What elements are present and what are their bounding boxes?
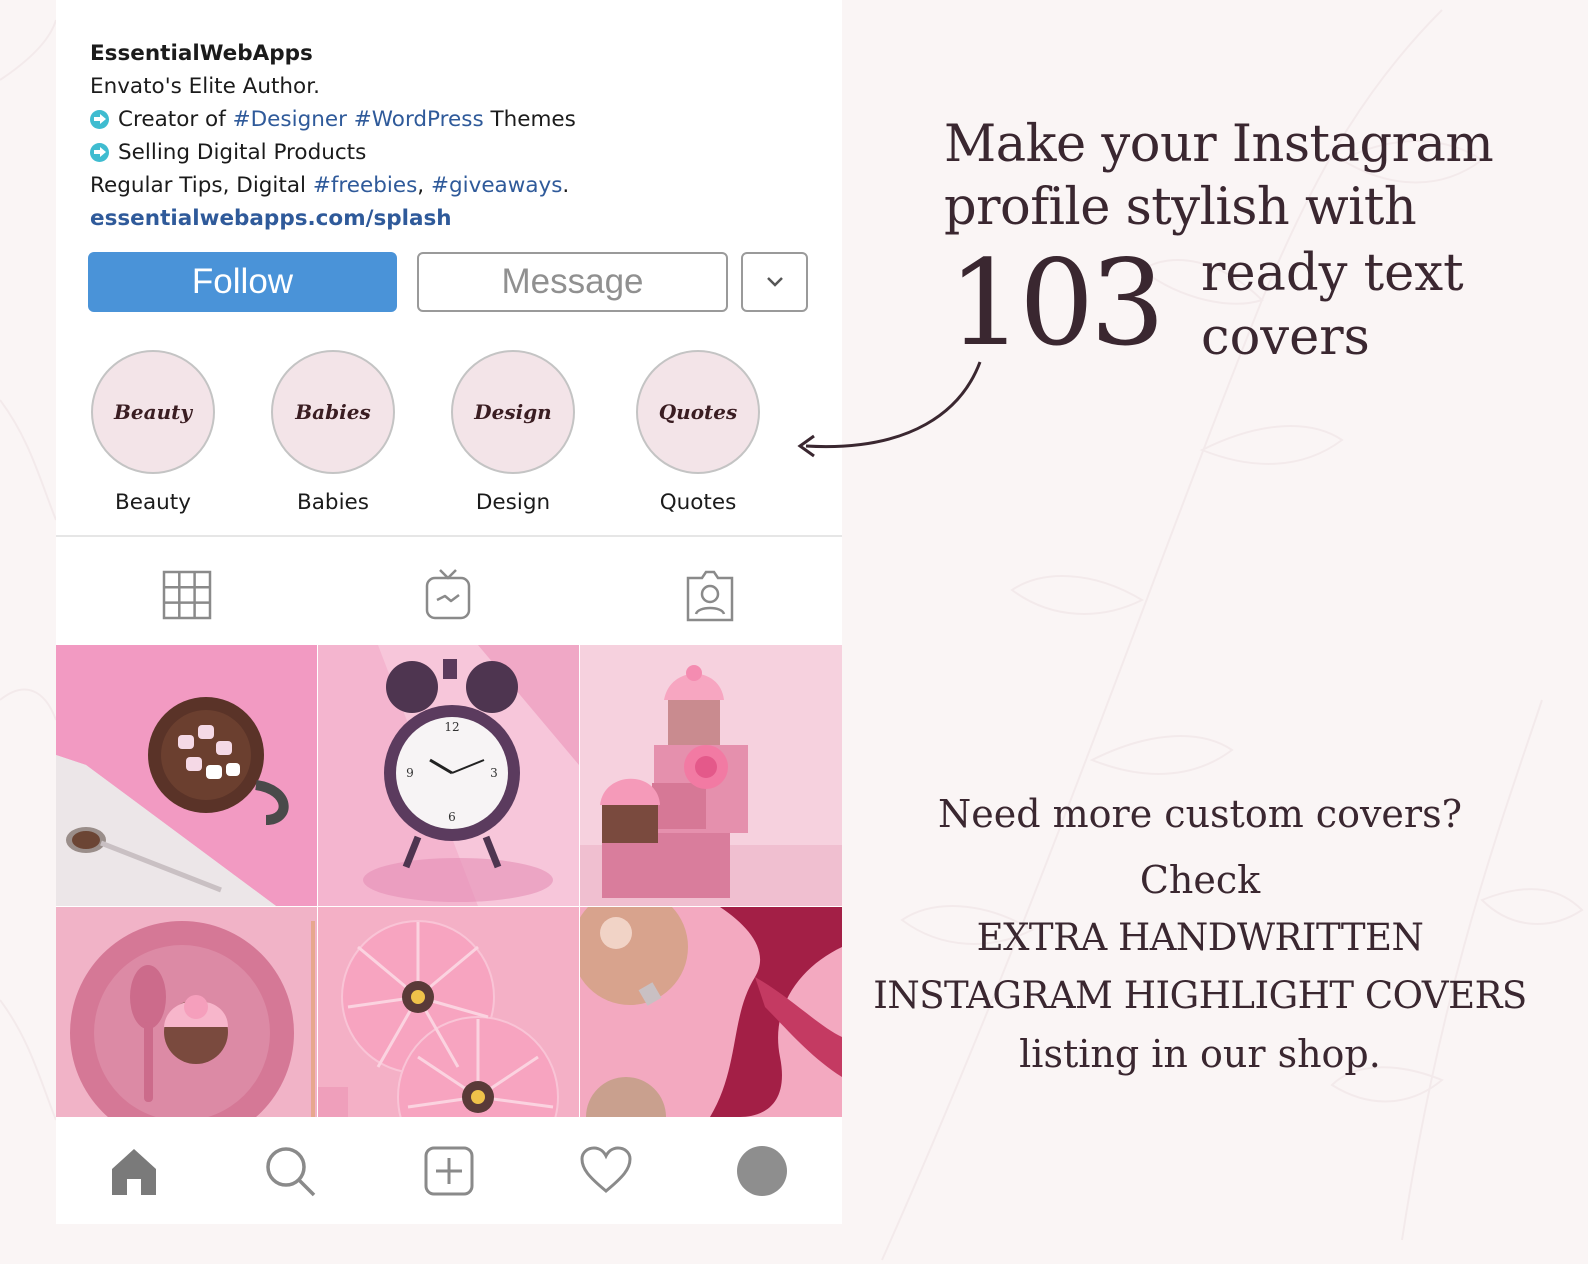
cover-count: 103	[948, 234, 1165, 372]
headline-suffix-line: ready text	[1201, 244, 1464, 303]
profile-username: EssentialWebApps	[90, 41, 313, 66]
highlight-cover-text: Quotes	[658, 400, 738, 424]
highlight-cover: Design	[451, 350, 575, 474]
bio-line: Envato's Elite Author.	[90, 74, 320, 99]
promo-line: INSTAGRAM HIGHLIGHT COVERS	[873, 974, 1527, 1017]
instagram-profile-panel: EssentialWebApps Envato's Elite Author. …	[56, 0, 842, 1224]
message-button[interactable]: Message	[417, 252, 728, 312]
highlight-cover-text: Design	[474, 400, 552, 424]
add-post-icon[interactable]	[423, 1145, 475, 1197]
headline: Make your Instagram profile stylish with	[944, 113, 1494, 239]
promo-line: Check	[1139, 858, 1261, 902]
heart-icon[interactable]	[579, 1145, 633, 1195]
promo-line: EXTRA HANDWRITTEN	[976, 916, 1424, 959]
bio-text: ,	[417, 173, 431, 198]
highlight-cover: Beauty	[91, 350, 215, 474]
svg-text:6: 6	[448, 810, 456, 824]
highlight-beauty[interactable]: Beauty Beauty	[88, 350, 218, 515]
hashtag-link[interactable]: #freebies	[313, 169, 417, 202]
hashtag-link[interactable]: #WordPress	[354, 103, 484, 136]
highlight-babies[interactable]: Babies Babies	[268, 350, 398, 515]
highlight-label: Beauty	[115, 490, 191, 515]
highlight-cover: Quotes	[636, 350, 760, 474]
headline-line: profile stylish with	[944, 178, 1417, 237]
arrow-right-circle-icon	[90, 143, 109, 162]
bio-text: Themes	[483, 107, 576, 132]
headline-line: Make your Instagram	[944, 115, 1494, 174]
hashtag-link[interactable]: #giveaways	[431, 169, 562, 202]
highlight-label: Babies	[297, 490, 369, 515]
headline-suffix-line: covers	[1201, 308, 1370, 367]
bio-line: Regular Tips, Digital #freebies , #givea…	[90, 169, 830, 202]
bio-line: Creator of #Designer #WordPress Themes	[90, 103, 830, 136]
post-thumbnail[interactable]	[318, 907, 579, 1117]
bio-text: Creator of	[118, 107, 233, 132]
post-thumbnail[interactable]	[580, 907, 842, 1117]
highlight-design[interactable]: Design Design	[448, 350, 578, 515]
search-icon[interactable]	[264, 1145, 318, 1199]
arrow-right-circle-icon	[90, 110, 109, 129]
promo-text: Need more custom covers? Check EXTRA HAN…	[862, 785, 1538, 1083]
curved-arrow-icon	[797, 361, 982, 458]
highlight-cover: Babies	[271, 350, 395, 474]
home-icon[interactable]	[108, 1145, 160, 1197]
bio-text: Selling Digital Products	[118, 140, 367, 165]
highlight-label: Design	[475, 490, 551, 515]
bio-text: .	[562, 173, 570, 198]
leaf-decoration-left	[0, 19, 56, 1121]
svg-text:9: 9	[406, 766, 414, 780]
highlight-quotes[interactable]: Quotes Quotes	[633, 350, 763, 515]
promo-line: Need more custom covers?	[938, 792, 1462, 836]
grid-icon[interactable]	[162, 568, 212, 622]
post-thumbnail[interactable]	[56, 645, 317, 906]
highlight-label: Quotes	[659, 490, 737, 515]
post-thumbnail[interactable]	[56, 907, 317, 1117]
hashtag-link[interactable]: #Designer	[233, 103, 347, 136]
promo-line: listing in our shop.	[1019, 1032, 1381, 1076]
highlight-cover-text: Beauty	[114, 400, 192, 424]
tagged-icon[interactable]	[684, 568, 736, 624]
suggested-accounts-button[interactable]	[741, 252, 808, 312]
profile-website-link[interactable]: essentialwebapps.com/splash	[90, 202, 830, 235]
highlight-cover-text: Babies	[295, 400, 371, 424]
profile-bio: EssentialWebApps Envato's Elite Author. …	[90, 37, 830, 235]
igtv-icon[interactable]	[424, 568, 472, 622]
post-thumbnail[interactable]	[580, 645, 842, 906]
posts-grid: 12 3 6 9	[56, 645, 842, 1117]
bio-text: Regular Tips, Digital	[90, 173, 313, 198]
chevron-down-icon	[766, 277, 783, 287]
profile-avatar[interactable]	[736, 1145, 788, 1197]
section-divider	[56, 535, 842, 537]
headline-suffix: ready text covers	[1201, 242, 1464, 370]
svg-text:3: 3	[490, 766, 498, 780]
post-thumbnail[interactable]: 12 3 6 9	[318, 645, 579, 906]
follow-button[interactable]: Follow	[88, 252, 397, 312]
bio-line: Selling Digital Products	[90, 136, 830, 169]
svg-text:12: 12	[444, 720, 459, 734]
